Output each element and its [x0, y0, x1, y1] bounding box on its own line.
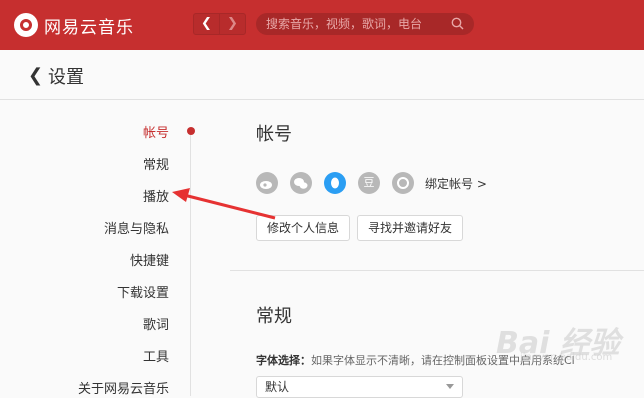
invite-friends-button[interactable]: 寻找并邀请好友 — [357, 215, 463, 241]
forward-nav-button[interactable]: ❯ — [220, 14, 245, 34]
search-input[interactable] — [256, 17, 446, 31]
sidebar-item-general[interactable]: 常规 — [143, 154, 169, 173]
font-select[interactable]: 默认 — [256, 376, 463, 398]
font-setting-hint: 如果字体显示不清晰，请在控制面板 — [311, 354, 487, 367]
search-icon[interactable] — [451, 17, 464, 30]
chevron-right-icon: ❯ — [227, 16, 238, 31]
qq-icon[interactable] — [324, 172, 346, 194]
sidebar-item-account[interactable]: 帐号 — [143, 122, 169, 141]
wechat-icon[interactable] — [290, 172, 312, 194]
douban-glyph: 豆 — [363, 176, 375, 189]
section-title-general: 常规 — [256, 306, 292, 327]
baidu-watermark-url: jingyan.baidu.com — [520, 352, 613, 363]
sidebar-timeline — [190, 130, 191, 396]
chevron-left-icon: ❮ — [201, 16, 212, 31]
douban-icon[interactable]: 豆 — [358, 172, 380, 194]
annotation-arrow — [172, 188, 276, 220]
netease-music-logo-icon — [14, 13, 38, 37]
search-box[interactable] — [256, 13, 474, 35]
sidebar-item-download[interactable]: 下载设置 — [117, 282, 169, 301]
title-bar: 网易云音乐 ❮ ❯ — [0, 0, 644, 50]
app-name: 网易云音乐 — [44, 17, 134, 38]
active-indicator-dot — [187, 127, 195, 135]
sidebar-item-tools[interactable]: 工具 — [143, 346, 169, 365]
font-select-value: 默认 — [265, 380, 290, 394]
back-arrow-icon[interactable]: ❮ — [28, 65, 43, 86]
font-setting-label: 字体选择： — [256, 354, 311, 367]
sidebar-item-shortcuts[interactable]: 快捷键 — [130, 250, 169, 269]
netease-icon[interactable] — [392, 172, 414, 194]
section-title-account: 帐号 — [256, 124, 292, 145]
sidebar-item-lyrics[interactable]: 歌词 — [143, 314, 169, 333]
section-divider — [230, 270, 644, 271]
page-title: 设置 — [48, 67, 84, 88]
chevron-right-icon: > — [476, 177, 487, 191]
dropdown-arrow-icon — [446, 384, 454, 389]
sidebar-item-about[interactable]: 关于网易云音乐 — [78, 378, 169, 397]
bind-account-link[interactable]: 绑定帐号 > — [425, 175, 487, 192]
back-nav-button[interactable]: ❮ — [194, 14, 220, 34]
bind-account-label: 绑定帐号 — [425, 177, 474, 191]
settings-sidebar: 帐号 常规 播放 消息与隐私 快捷键 下载设置 歌词 工具 关于网易云音乐 — [0, 100, 230, 397]
app-logo[interactable]: 网易云音乐 — [14, 12, 134, 38]
page-header: ❮ 设置 — [0, 50, 644, 100]
history-nav: ❮ ❯ — [193, 13, 246, 35]
